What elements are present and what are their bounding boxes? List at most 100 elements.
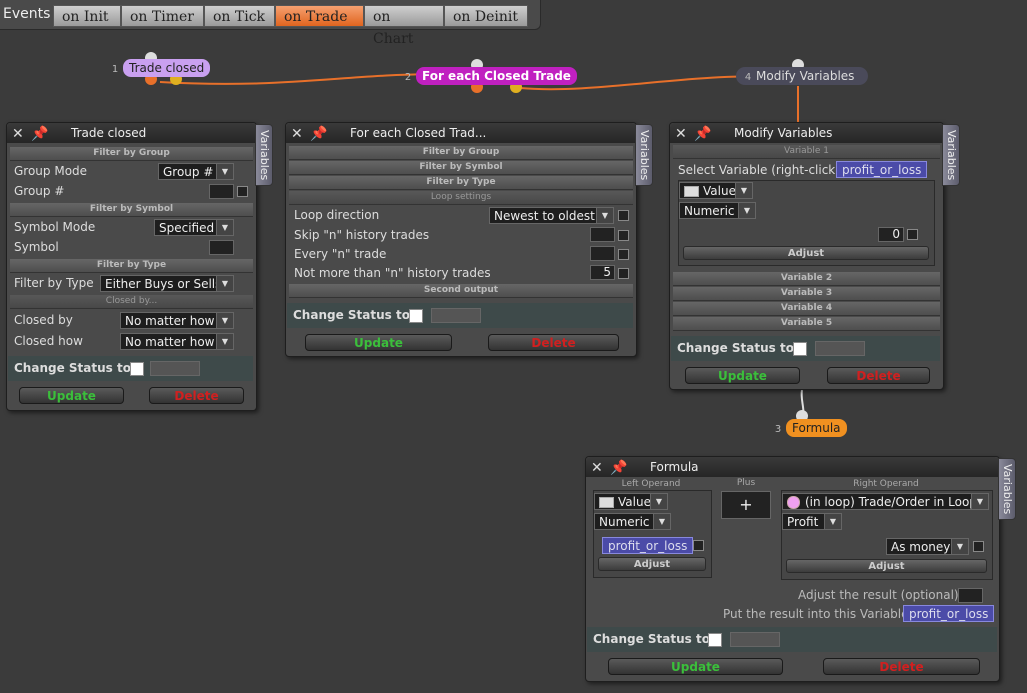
- flow-node-trade-closed[interactable]: 1 Trade closed: [103, 59, 218, 77]
- selected-variable-chip[interactable]: profit_or_loss: [836, 161, 928, 178]
- chevron-down-icon: ▼: [735, 183, 752, 198]
- section-filter-symbol: Filter by Symbol: [10, 203, 253, 217]
- right-source-select[interactable]: (in loop) Trade/Order in Loop ▼: [782, 493, 989, 510]
- flow-node-formula[interactable]: 3 Formula: [766, 419, 855, 437]
- symbol-mode-label: Symbol Mode: [14, 220, 96, 234]
- result-variable-chip[interactable]: profit_or_loss: [903, 605, 995, 622]
- closed-how-select[interactable]: No matter how ▼: [120, 333, 234, 350]
- group-number-input[interactable]: [209, 184, 234, 199]
- right-format-checkbox[interactable]: [973, 541, 984, 552]
- change-status-checkbox[interactable]: [409, 309, 423, 323]
- change-status-input[interactable]: [815, 341, 865, 356]
- section-variable-4[interactable]: Variable 4: [673, 302, 940, 316]
- loop-direction-checkbox[interactable]: [618, 210, 629, 221]
- closed-by-select[interactable]: No matter how ▼: [120, 312, 234, 329]
- closed-by-value: No matter how: [125, 314, 215, 328]
- variables-tab[interactable]: Variables: [255, 124, 273, 186]
- plus-label: Plus: [736, 478, 756, 488]
- left-variable-chip[interactable]: profit_or_loss: [602, 537, 694, 554]
- right-source-value: (in loop) Trade/Order in Loop: [805, 495, 977, 509]
- right-format-select[interactable]: As money ▼: [886, 538, 969, 555]
- closed-by-label: Closed by: [14, 313, 73, 327]
- update-button[interactable]: Update: [19, 387, 124, 404]
- update-button[interactable]: Update: [685, 367, 800, 384]
- filter-type-select[interactable]: Either Buys or Sells ▼: [100, 275, 234, 292]
- right-field-select[interactable]: Profit ▼: [782, 513, 842, 530]
- update-button[interactable]: Update: [305, 334, 452, 351]
- update-button[interactable]: Update: [608, 658, 783, 675]
- loop-direction-value: Newest to oldest: [494, 209, 595, 223]
- symbol-input[interactable]: [209, 240, 234, 255]
- change-status-checkbox[interactable]: [130, 362, 144, 376]
- section-filter-type: Filter by Type: [10, 259, 253, 273]
- change-status-input[interactable]: [150, 361, 200, 376]
- group-number-checkbox[interactable]: [237, 186, 248, 197]
- close-icon[interactable]: ✕: [12, 124, 24, 144]
- not-more-than-n-label: Not more than "n" history trades: [294, 266, 491, 280]
- skip-n-input[interactable]: [590, 227, 615, 242]
- section-loop-settings: Loop settings: [289, 191, 633, 205]
- every-n-input[interactable]: [590, 246, 615, 261]
- close-icon[interactable]: ✕: [675, 124, 687, 144]
- value-type-select[interactable]: Value ▼: [679, 182, 753, 199]
- put-result-label: Put the result into this Variable:: [723, 607, 913, 621]
- skip-n-checkbox[interactable]: [618, 230, 629, 241]
- delete-button[interactable]: Delete: [827, 367, 930, 384]
- section-variable-3[interactable]: Variable 3: [673, 287, 940, 301]
- symbol-mode-select[interactable]: Specified ▼: [154, 219, 234, 236]
- adjust-result-label: Adjust the result (optional):: [798, 588, 963, 602]
- not-more-than-n-input[interactable]: 5: [590, 265, 615, 280]
- delete-button[interactable]: Delete: [488, 334, 619, 351]
- change-status-checkbox[interactable]: [793, 342, 807, 356]
- node-number: 3: [774, 424, 782, 435]
- pin-icon[interactable]: 📌: [694, 124, 711, 144]
- section-filter-group[interactable]: Filter by Group: [289, 146, 633, 160]
- closed-how-label: Closed how: [14, 334, 83, 348]
- change-status-checkbox[interactable]: [708, 633, 722, 647]
- variables-tab[interactable]: Variables: [942, 124, 960, 186]
- adjust-button[interactable]: Adjust: [683, 246, 929, 260]
- close-icon[interactable]: ✕: [591, 458, 603, 478]
- pin-icon[interactable]: 📌: [31, 124, 48, 144]
- close-icon[interactable]: ✕: [291, 124, 303, 144]
- section-filter-group: Filter by Group: [10, 147, 253, 161]
- group-mode-select[interactable]: Group # ▼: [158, 163, 234, 180]
- pin-icon[interactable]: 📌: [610, 458, 627, 478]
- delete-button[interactable]: Delete: [149, 387, 244, 404]
- variables-tab[interactable]: Variables: [635, 124, 653, 186]
- section-variable-2[interactable]: Variable 2: [673, 272, 940, 286]
- flow-node-for-each-closed-trade[interactable]: 2 For each Closed Trade: [396, 67, 585, 85]
- left-value-type-select[interactable]: Value ▼: [594, 493, 668, 510]
- panel-title: Modify Variables: [734, 126, 833, 140]
- right-adjust-button[interactable]: Adjust: [786, 559, 987, 573]
- left-adjust-button[interactable]: Adjust: [598, 557, 706, 571]
- change-status-input[interactable]: [431, 308, 481, 323]
- numeric-checkbox[interactable]: [907, 229, 918, 240]
- panel-modify-variables: ✕ 📌 Modify Variables Variable 1 Select V…: [669, 122, 944, 390]
- change-status-label: Change Status to: [14, 361, 131, 375]
- pin-icon[interactable]: 📌: [310, 124, 327, 144]
- section-filter-symbol[interactable]: Filter by Symbol: [289, 161, 633, 175]
- section-filter-type[interactable]: Filter by Type: [289, 176, 633, 190]
- every-n-checkbox[interactable]: [618, 249, 629, 260]
- value-icon: [684, 186, 699, 197]
- not-more-than-n-checkbox[interactable]: [618, 268, 629, 279]
- section-variable-5[interactable]: Variable 5: [673, 317, 940, 331]
- numeric-select[interactable]: Numeric ▼: [679, 202, 756, 219]
- change-status-input[interactable]: [730, 632, 780, 647]
- panel-formula: ✕ 📌 Formula Left Operand Plus Right Oper…: [585, 456, 1000, 682]
- value-icon: [599, 497, 614, 508]
- node-label: Formula: [786, 419, 847, 437]
- delete-button[interactable]: Delete: [823, 658, 980, 675]
- loop-direction-select[interactable]: Newest to oldest ▼: [489, 207, 614, 224]
- section-second-output[interactable]: Second output: [289, 284, 633, 298]
- variables-tab[interactable]: Variables: [998, 458, 1016, 520]
- flow-node-modify-variables[interactable]: 4 Modify Variables: [736, 67, 869, 85]
- adjust-result-input[interactable]: [958, 588, 983, 603]
- section-closed-by: Closed by...: [10, 295, 253, 309]
- left-numeric-select[interactable]: Numeric ▼: [594, 513, 671, 530]
- left-variable-checkbox[interactable]: [693, 540, 704, 551]
- operator-plus-button[interactable]: +: [721, 491, 771, 519]
- left-value-type: Value: [618, 495, 651, 509]
- numeric-input[interactable]: 0: [878, 227, 904, 242]
